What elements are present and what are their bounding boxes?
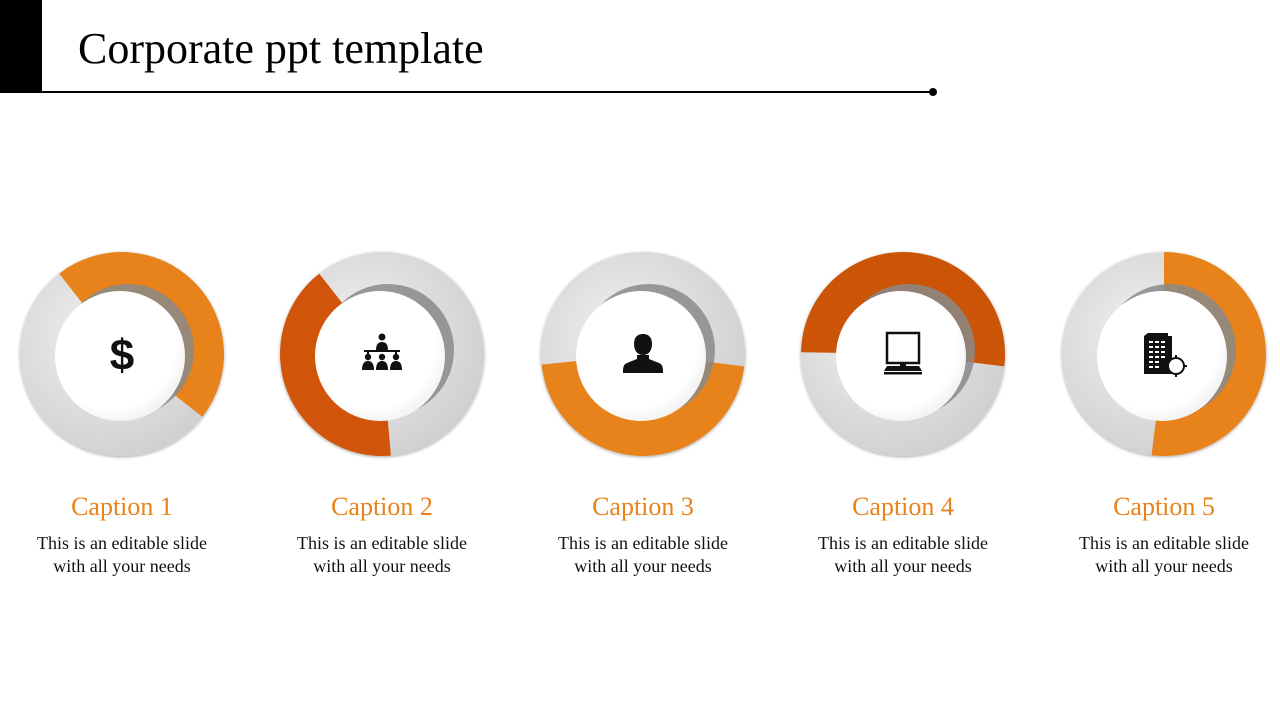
title-divider-dot bbox=[929, 88, 937, 96]
description-line-2: with all your needs bbox=[53, 556, 191, 576]
caption-title-2: Caption 2 bbox=[331, 492, 433, 521]
description-line-1: This is an editable slide bbox=[297, 533, 467, 553]
description-line-1: This is an editable slide bbox=[1079, 533, 1249, 553]
caption-title-1: Caption 1 bbox=[71, 492, 173, 521]
description-line-2: with all your needs bbox=[1095, 556, 1233, 576]
svg-text:$: $ bbox=[110, 331, 134, 378]
description-line-2: with all your needs bbox=[834, 556, 972, 576]
description-line-1: This is an editable slide bbox=[818, 533, 988, 553]
title-accent-bar bbox=[0, 0, 42, 92]
title-divider bbox=[0, 91, 933, 93]
slide-title: Corporate ppt template bbox=[78, 24, 484, 73]
caption-description-3: This is an editable slide with all your … bbox=[513, 532, 773, 578]
user-icon bbox=[613, 324, 673, 384]
caption-description-5: This is an editable slide with all your … bbox=[1034, 532, 1280, 578]
caption-title-5: Caption 5 bbox=[1113, 492, 1215, 521]
building-gear-icon bbox=[1134, 324, 1194, 384]
caption-description-2: This is an editable slide with all your … bbox=[252, 532, 512, 578]
hierarchy-people-icon bbox=[352, 324, 412, 384]
description-line-2: with all your needs bbox=[313, 556, 451, 576]
caption-description-4: This is an editable slide with all your … bbox=[773, 532, 1033, 578]
computer-icon bbox=[873, 324, 933, 384]
description-line-1: This is an editable slide bbox=[558, 533, 728, 553]
caption-title-4: Caption 4 bbox=[852, 492, 954, 521]
caption-description-1: This is an editable slide with all your … bbox=[0, 532, 252, 578]
description-line-2: with all your needs bbox=[574, 556, 712, 576]
dollar-icon: $ bbox=[92, 324, 152, 384]
description-line-1: This is an editable slide bbox=[37, 533, 207, 553]
caption-title-3: Caption 3 bbox=[592, 492, 694, 521]
